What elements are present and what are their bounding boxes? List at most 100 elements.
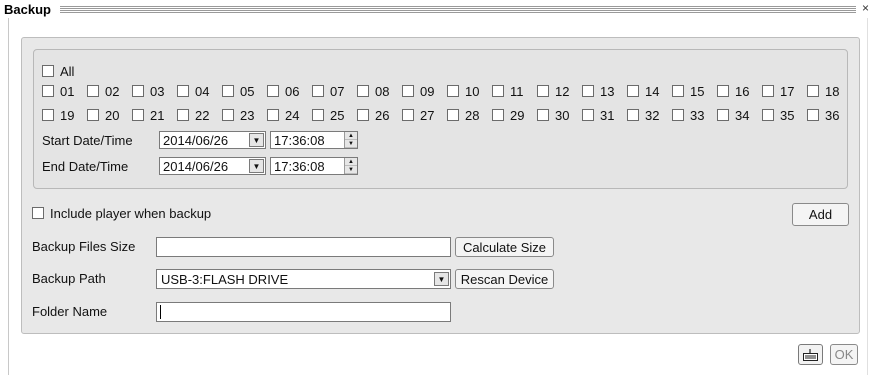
channel-checkbox-17[interactable]: 17	[762, 84, 807, 99]
checkbox-box[interactable]	[42, 109, 54, 121]
checkbox-box[interactable]	[222, 85, 234, 97]
checkbox-box[interactable]	[87, 109, 99, 121]
spinner-arrows-icon[interactable]: ▲ ▼	[344, 132, 357, 148]
checkbox-box[interactable]	[132, 109, 144, 121]
start-date-select[interactable]: 2014/06/26 ▼	[159, 131, 266, 149]
checkbox-box[interactable]	[87, 85, 99, 97]
checkbox-box[interactable]	[357, 85, 369, 97]
add-button[interactable]: Add	[792, 203, 849, 226]
checkbox-box[interactable]	[42, 65, 54, 77]
checkbox-box[interactable]	[177, 109, 189, 121]
channel-checkbox-13[interactable]: 13	[582, 84, 627, 99]
channel-checkbox-08[interactable]: 08	[357, 84, 402, 99]
channel-checkbox-10[interactable]: 10	[447, 84, 492, 99]
all-channels-checkbox[interactable]: All	[42, 63, 74, 79]
channel-label: 03	[150, 83, 165, 99]
checkbox-box[interactable]	[312, 85, 324, 97]
calculate-size-button[interactable]: Calculate Size	[455, 237, 554, 257]
checkbox-box[interactable]	[717, 109, 729, 121]
checkbox-box[interactable]	[312, 109, 324, 121]
channel-checkbox-22[interactable]: 22	[177, 108, 222, 123]
channel-checkbox-12[interactable]: 12	[537, 84, 582, 99]
channel-checkbox-26[interactable]: 26	[357, 108, 402, 123]
checkbox-box[interactable]	[132, 85, 144, 97]
checkbox-box[interactable]	[492, 85, 504, 97]
keyboard-button[interactable]	[798, 344, 823, 365]
checkbox-box[interactable]	[267, 109, 279, 121]
channel-checkbox-24[interactable]: 24	[267, 108, 312, 123]
checkbox-box[interactable]	[402, 85, 414, 97]
checkbox-box[interactable]	[537, 85, 549, 97]
channel-checkbox-36[interactable]: 36	[807, 108, 852, 123]
checkbox-box[interactable]	[177, 85, 189, 97]
channel-checkbox-31[interactable]: 31	[582, 108, 627, 123]
checkbox-box[interactable]	[357, 109, 369, 121]
checkbox-box[interactable]	[537, 109, 549, 121]
folder-name-field[interactable]	[156, 302, 451, 322]
checkbox-box[interactable]	[582, 109, 594, 121]
checkbox-box[interactable]	[807, 109, 819, 121]
channel-label: 15	[690, 83, 705, 99]
channel-checkbox-18[interactable]: 18	[807, 84, 852, 99]
channel-checkbox-19[interactable]: 19	[42, 108, 87, 123]
checkbox-box[interactable]	[402, 109, 414, 121]
rescan-device-button[interactable]: Rescan Device	[455, 269, 554, 289]
close-icon[interactable]: ×	[862, 1, 869, 15]
checkbox-box[interactable]	[42, 85, 54, 97]
channel-checkbox-02[interactable]: 02	[87, 84, 132, 99]
end-date-select[interactable]: 2014/06/26 ▼	[159, 157, 266, 175]
checkbox-box[interactable]	[627, 85, 639, 97]
checkbox-box[interactable]	[32, 207, 44, 219]
channel-label: 06	[285, 83, 300, 99]
channel-checkbox-07[interactable]: 07	[312, 84, 357, 99]
channel-checkbox-05[interactable]: 05	[222, 84, 267, 99]
checkbox-box[interactable]	[807, 85, 819, 97]
channel-label: 20	[105, 107, 120, 123]
chevron-down-icon[interactable]: ▼	[249, 133, 264, 147]
channel-checkbox-01[interactable]: 01	[42, 84, 87, 99]
channel-checkbox-20[interactable]: 20	[87, 108, 132, 123]
channel-label: 01	[60, 83, 75, 99]
checkbox-box[interactable]	[222, 109, 234, 121]
checkbox-box[interactable]	[717, 85, 729, 97]
channel-checkbox-30[interactable]: 30	[537, 108, 582, 123]
channel-checkbox-21[interactable]: 21	[132, 108, 177, 123]
channel-checkbox-23[interactable]: 23	[222, 108, 267, 123]
channel-checkbox-25[interactable]: 25	[312, 108, 357, 123]
end-time-spinner[interactable]: 17:36:08 ▲ ▼	[270, 157, 358, 175]
checkbox-box[interactable]	[582, 85, 594, 97]
channel-checkbox-04[interactable]: 04	[177, 84, 222, 99]
channel-checkbox-34[interactable]: 34	[717, 108, 762, 123]
checkbox-box[interactable]	[762, 85, 774, 97]
checkbox-box[interactable]	[627, 109, 639, 121]
checkbox-box[interactable]	[492, 109, 504, 121]
checkbox-box[interactable]	[762, 109, 774, 121]
channel-checkbox-28[interactable]: 28	[447, 108, 492, 123]
channel-checkbox-11[interactable]: 11	[492, 84, 537, 99]
channel-checkbox-29[interactable]: 29	[492, 108, 537, 123]
ok-button[interactable]: OK	[830, 344, 858, 365]
channel-label: 10	[465, 83, 480, 99]
checkbox-box[interactable]	[672, 109, 684, 121]
chevron-down-icon[interactable]: ▼	[249, 159, 264, 173]
channel-checkbox-09[interactable]: 09	[402, 84, 447, 99]
backup-path-select[interactable]: USB-3:FLASH DRIVE ▼	[156, 269, 451, 289]
channel-checkbox-15[interactable]: 15	[672, 84, 717, 99]
channel-checkbox-35[interactable]: 35	[762, 108, 807, 123]
channel-checkbox-06[interactable]: 06	[267, 84, 312, 99]
start-time-spinner[interactable]: 17:36:08 ▲ ▼	[270, 131, 358, 149]
channel-label: 34	[735, 107, 750, 123]
spinner-arrows-icon[interactable]: ▲ ▼	[344, 158, 357, 174]
chevron-down-icon[interactable]: ▼	[434, 272, 449, 286]
checkbox-box[interactable]	[267, 85, 279, 97]
channel-checkbox-03[interactable]: 03	[132, 84, 177, 99]
checkbox-box[interactable]	[672, 85, 684, 97]
channel-checkbox-16[interactable]: 16	[717, 84, 762, 99]
channel-checkbox-32[interactable]: 32	[627, 108, 672, 123]
channel-checkbox-27[interactable]: 27	[402, 108, 447, 123]
channel-checkbox-14[interactable]: 14	[627, 84, 672, 99]
channel-checkbox-33[interactable]: 33	[672, 108, 717, 123]
checkbox-box[interactable]	[447, 109, 459, 121]
checkbox-box[interactable]	[447, 85, 459, 97]
include-player-checkbox[interactable]: Include player when backup	[32, 205, 211, 221]
